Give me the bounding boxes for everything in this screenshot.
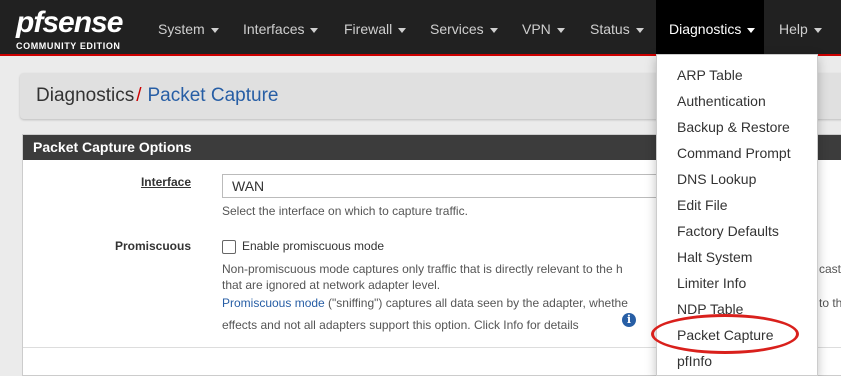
nav-system[interactable]: System <box>158 0 219 54</box>
promiscuous-mode-link[interactable]: Promiscuous mode <box>222 296 325 310</box>
top-navbar: pfsense COMMUNITY EDITION System Interfa… <box>0 0 841 56</box>
promiscuous-help-line1-tail: cast <box>819 262 841 276</box>
menu-item-factory-defaults[interactable]: Factory Defaults <box>677 223 779 239</box>
logo-pf: pf <box>16 6 43 39</box>
menu-item-halt-system[interactable]: Halt System <box>677 249 752 265</box>
info-icon[interactable]: i <box>622 313 636 327</box>
nav-vpn-label: VPN <box>522 21 551 37</box>
chevron-down-icon <box>489 27 498 33</box>
breadcrumb-current[interactable]: Packet Capture <box>148 85 279 106</box>
menu-item-limiter-info[interactable]: Limiter Info <box>677 275 746 291</box>
logo-sense: sense <box>42 6 123 39</box>
interface-select[interactable]: WAN <box>222 174 682 198</box>
nav-interfaces[interactable]: Interfaces <box>243 0 319 54</box>
nav-status-label: Status <box>590 21 630 37</box>
nav-system-label: System <box>158 21 205 37</box>
nav-firewall-label: Firewall <box>344 21 393 37</box>
nav-help[interactable]: Help <box>779 0 822 54</box>
chevron-down-icon <box>747 27 756 33</box>
chevron-down-icon <box>813 27 822 33</box>
menu-item-authentication[interactable]: Authentication <box>677 93 766 109</box>
nav-firewall[interactable]: Firewall <box>344 0 407 54</box>
nav-services[interactable]: Services <box>430 0 498 54</box>
highlight-annotation <box>651 314 799 354</box>
menu-item-dns-lookup[interactable]: DNS Lookup <box>677 171 756 187</box>
nav-services-label: Services <box>430 21 484 37</box>
promiscuous-help-line3-text: ("sniffing") captures all data seen by t… <box>324 296 628 310</box>
chevron-down-icon <box>210 27 219 33</box>
chevron-down-icon <box>310 27 319 33</box>
breadcrumb-trail: Diagnostics / Packet Capture <box>36 85 278 107</box>
promiscuous-help-line3: Promiscuous mode ("sniffing") captures a… <box>222 296 628 310</box>
promiscuous-help-line4: effects and not all adapters support thi… <box>222 318 579 332</box>
promiscuous-help-line2: that are ignored at network adapter leve… <box>222 278 441 292</box>
menu-item-command-prompt[interactable]: Command Prompt <box>677 145 791 161</box>
logo-edition: COMMUNITY EDITION <box>16 41 121 51</box>
interface-label[interactable]: Interface <box>131 175 191 189</box>
nav-status[interactable]: Status <box>590 0 644 54</box>
pfsense-logo[interactable]: pfsense COMMUNITY EDITION <box>16 6 134 53</box>
breadcrumb-parent[interactable]: Diagnostics <box>36 85 134 106</box>
nav-diagnostics[interactable]: Diagnostics <box>656 0 764 54</box>
promiscuous-help-line3-tail: to the <box>819 296 841 310</box>
promiscuous-checkbox-label[interactable]: Enable promiscuous mode <box>242 239 384 253</box>
promiscuous-help-line1: Non-promiscuous mode captures only traff… <box>222 262 623 276</box>
menu-item-edit-file[interactable]: Edit File <box>677 197 728 213</box>
promiscuous-label: Promiscuous <box>114 239 191 253</box>
logo-wordmark: pfsense <box>16 6 123 40</box>
chevron-down-icon <box>556 27 565 33</box>
menu-item-backup-restore[interactable]: Backup & Restore <box>677 119 790 135</box>
nav-help-label: Help <box>779 21 808 37</box>
nav-interfaces-label: Interfaces <box>243 21 305 37</box>
chevron-down-icon <box>398 27 407 33</box>
breadcrumb-separator: / <box>136 85 142 106</box>
nav-vpn[interactable]: VPN <box>522 0 565 54</box>
menu-item-pfinfo[interactable]: pfInfo <box>677 353 712 369</box>
menu-item-arp-table[interactable]: ARP Table <box>677 67 743 83</box>
interface-help: Select the interface on which to capture… <box>222 204 468 218</box>
nav-diagnostics-label: Diagnostics <box>669 21 742 37</box>
promiscuous-checkbox[interactable] <box>222 240 236 254</box>
chevron-down-icon <box>635 27 644 33</box>
